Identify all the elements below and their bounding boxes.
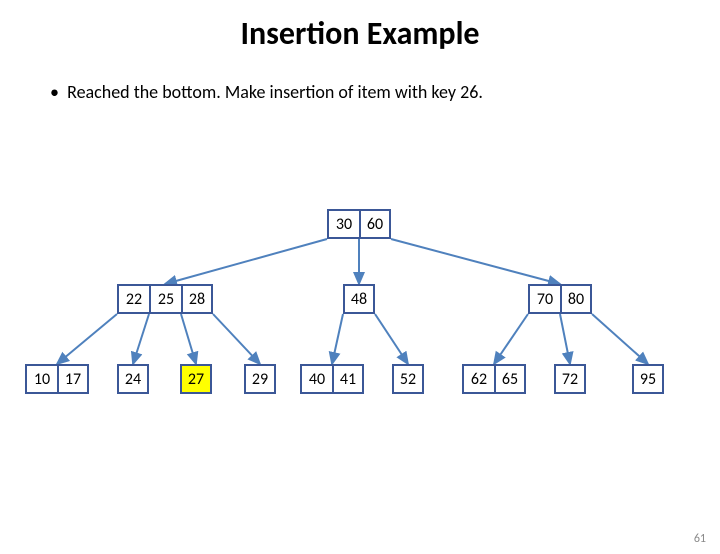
node-leaf-8: 95 [632,364,664,394]
key: 95 [632,364,664,394]
node-leaf-0: 10 17 [25,364,89,394]
node-leaf-2: 27 [180,364,212,394]
key: 22 [117,284,149,314]
node-root: 30 60 [327,209,391,239]
key: 48 [343,284,375,314]
key: 30 [327,209,359,239]
key-highlight: 27 [180,364,212,394]
node-leaf-6: 62 65 [462,364,526,394]
key: 41 [332,364,364,394]
page-number: 61 [694,532,706,546]
key: 17 [57,364,89,394]
key: 80 [560,284,592,314]
key: 70 [528,284,560,314]
node-leaf-7: 72 [554,364,586,394]
node-leaf-5: 52 [392,364,424,394]
node-internal-0: 22 25 28 [117,284,213,314]
key: 52 [392,364,424,394]
key: 10 [25,364,57,394]
key: 28 [181,284,213,314]
node-leaf-1: 24 [117,364,149,394]
node-leaf-4: 40 41 [300,364,364,394]
key: 62 [462,364,494,394]
node-internal-1: 48 [343,284,375,314]
key: 40 [300,364,332,394]
key: 60 [359,209,391,239]
key: 25 [149,284,181,314]
btree-diagram: 30 60 22 25 28 48 70 80 10 17 24 27 29 4… [0,14,720,554]
node-internal-2: 70 80 [528,284,592,314]
key: 29 [244,364,276,394]
key: 65 [494,364,526,394]
node-leaf-3: 29 [244,364,276,394]
key: 72 [554,364,586,394]
key: 24 [117,364,149,394]
